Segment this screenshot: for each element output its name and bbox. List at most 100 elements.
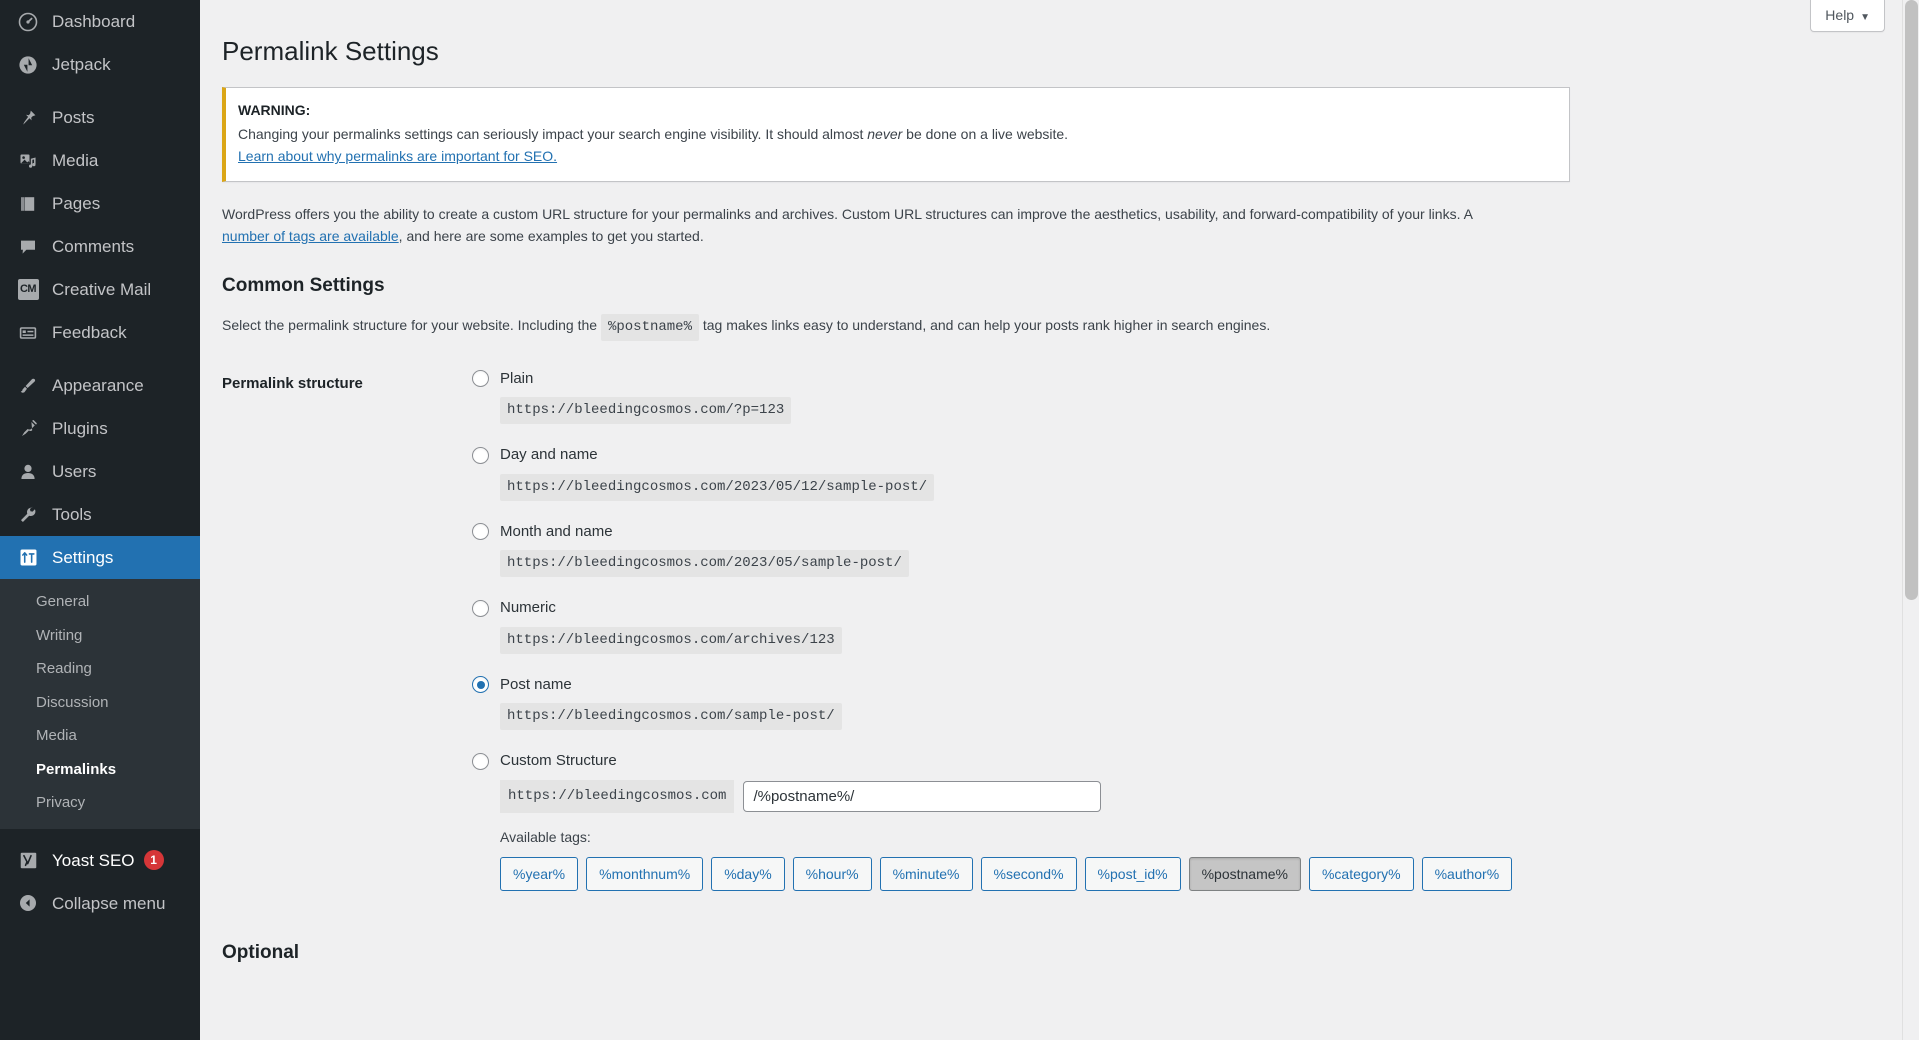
radio-option-custom-structure-line[interactable]: Custom Structure: [472, 751, 1897, 771]
radio-option-post-name-line[interactable]: Post name: [472, 675, 1897, 695]
tag-button-author[interactable]: %author%: [1422, 857, 1513, 891]
sidebar-subitem-permalinks[interactable]: Permalinks: [0, 753, 200, 787]
optional-heading: Optional: [222, 940, 1897, 967]
sidebar-item-plugins[interactable]: Plugins: [0, 407, 200, 450]
intro-paragraph: WordPress offers you the ability to crea…: [222, 204, 1522, 247]
tag-button-year[interactable]: %year%: [500, 857, 578, 891]
radio-option-day-and-name[interactable]: Day and name https://bleedingcosmos.com/…: [472, 445, 1897, 501]
available-tags-link[interactable]: number of tags are available: [222, 228, 399, 244]
radio-option-custom-structure[interactable]: Custom Structure https://bleedingcosmos.…: [472, 751, 1897, 891]
radio-option-plain[interactable]: Plain https://bleedingcosmos.com/?p=123: [472, 369, 1897, 425]
user-icon: [12, 462, 44, 482]
page-scrollbar[interactable]: [1902, 0, 1919, 1040]
sidebar-item-comments[interactable]: Comments: [0, 225, 200, 268]
sidebar-item-label: Comments: [52, 238, 134, 255]
radio-option-month-and-name-line[interactable]: Month and name: [472, 522, 1897, 542]
sidebar-subitem-media[interactable]: Media: [0, 719, 200, 753]
radio-button-post-name[interactable]: [472, 676, 489, 693]
radio-option-numeric-line[interactable]: Numeric: [472, 598, 1897, 618]
permalink-structure-form: Permalink structure Plain https://bleedi…: [222, 369, 1897, 896]
desc-part2: tag makes links easy to understand, and …: [699, 317, 1270, 333]
radio-button-month-and-name[interactable]: [472, 523, 489, 540]
tag-button-day[interactable]: %day%: [711, 857, 784, 891]
available-tags-list: %year% %monthnum% %day% %hour% %minute% …: [472, 857, 1897, 891]
media-icon: [12, 151, 44, 171]
brush-icon: [12, 376, 44, 396]
sidebar-divider: [0, 354, 200, 364]
sidebar-item-appearance[interactable]: Appearance: [0, 364, 200, 407]
tag-button-category[interactable]: %category%: [1309, 857, 1414, 891]
custom-structure-prefix: https://bleedingcosmos.com: [500, 780, 734, 813]
sidebar-item-label: Users: [52, 463, 96, 480]
sidebar-item-yoast-seo[interactable]: Yoast SEO 1: [0, 839, 200, 882]
custom-structure-input[interactable]: [743, 781, 1101, 812]
sidebar-item-label: Yoast SEO: [52, 852, 135, 869]
example-url-post-name: https://bleedingcosmos.com/sample-post/: [500, 703, 842, 730]
radio-option-month-and-name[interactable]: Month and name https://bleedingcosmos.co…: [472, 522, 1897, 578]
example-url-month-and-name: https://bleedingcosmos.com/2023/05/sampl…: [500, 550, 909, 577]
creative-mail-glyph: CM: [18, 279, 39, 300]
tag-button-minute[interactable]: %minute%: [880, 857, 973, 891]
sidebar-item-label: Dashboard: [52, 13, 135, 30]
sidebar-item-creative-mail[interactable]: CM Creative Mail: [0, 268, 200, 311]
sidebar-item-posts[interactable]: Posts: [0, 96, 200, 139]
tag-button-monthnum[interactable]: %monthnum%: [586, 857, 703, 891]
warning-body-part1: Changing your permalinks settings can se…: [238, 126, 867, 142]
warning-body-part2: be done on a live website.: [902, 126, 1068, 142]
feedback-icon: [12, 323, 44, 343]
sidebar-divider: [0, 86, 200, 96]
sidebar-item-users[interactable]: Users: [0, 450, 200, 493]
status-badge: 1: [144, 850, 164, 870]
tag-button-post-id[interactable]: %post_id%: [1085, 857, 1181, 891]
radio-button-custom-structure[interactable]: [472, 753, 489, 770]
admin-sidebar: Dashboard Jetpack Posts Media Pages Comm…: [0, 0, 200, 1040]
sidebar-item-label: Media: [52, 152, 98, 169]
main-content: Help▼ Permalink Settings WARNING: Changi…: [200, 0, 1919, 1040]
sidebar-item-feedback[interactable]: Feedback: [0, 311, 200, 354]
example-url-numeric: https://bleedingcosmos.com/archives/123: [500, 627, 842, 654]
seo-learn-more-link[interactable]: Learn about why permalinks are important…: [238, 148, 557, 164]
postname-inline-code: %postname%: [601, 314, 699, 341]
radio-label-post-name: Post name: [500, 675, 572, 695]
tag-button-hour[interactable]: %hour%: [793, 857, 872, 891]
sidebar-item-label: Posts: [52, 109, 95, 126]
example-url-day-and-name-wrap: https://bleedingcosmos.com/2023/05/12/sa…: [472, 474, 1897, 501]
sidebar-subitem-discussion[interactable]: Discussion: [0, 686, 200, 720]
sidebar-subitem-general[interactable]: General: [0, 585, 200, 619]
sidebar-item-dashboard[interactable]: Dashboard: [0, 0, 200, 43]
help-tab-button[interactable]: Help▼: [1810, 0, 1885, 32]
radio-option-plain-line[interactable]: Plain: [472, 369, 1897, 389]
radio-button-plain[interactable]: [472, 370, 489, 387]
sidebar-item-pages[interactable]: Pages: [0, 182, 200, 225]
page-scrollbar-thumb[interactable]: [1905, 0, 1918, 600]
warning-link-row: Learn about why permalinks are important…: [238, 146, 1557, 168]
permalink-structure-label: Permalink structure: [222, 369, 472, 394]
sidebar-item-label: Plugins: [52, 420, 108, 437]
radio-option-numeric[interactable]: Numeric https://bleedingcosmos.com/archi…: [472, 598, 1897, 654]
pages-icon: [12, 194, 44, 214]
sidebar-subitem-writing[interactable]: Writing: [0, 619, 200, 653]
permalink-warning-notice: WARNING: Changing your permalinks settin…: [222, 87, 1570, 182]
chevron-down-icon: ▼: [1860, 12, 1870, 23]
sidebar-item-tools[interactable]: Tools: [0, 493, 200, 536]
sidebar-item-settings[interactable]: Settings: [0, 536, 200, 579]
radio-label-plain: Plain: [500, 369, 533, 389]
tag-button-second[interactable]: %second%: [981, 857, 1077, 891]
comment-icon: [12, 237, 44, 257]
tag-button-postname[interactable]: %postname%: [1189, 857, 1301, 891]
available-tags-label: Available tags:: [472, 829, 1897, 845]
settings-submenu: General Writing Reading Discussion Media…: [0, 579, 200, 829]
desc-part1: Select the permalink structure for your …: [222, 317, 601, 333]
radio-option-day-and-name-line[interactable]: Day and name: [472, 445, 1897, 465]
sidebar-subitem-reading[interactable]: Reading: [0, 652, 200, 686]
radio-option-post-name[interactable]: Post name https://bleedingcosmos.com/sam…: [472, 675, 1897, 731]
sidebar-item-jetpack[interactable]: Jetpack: [0, 43, 200, 86]
sidebar-item-label: Appearance: [52, 377, 144, 394]
sidebar-subitem-privacy[interactable]: Privacy: [0, 786, 200, 820]
collapse-menu-button[interactable]: Collapse menu: [0, 882, 200, 925]
common-settings-description: Select the permalink structure for your …: [222, 314, 1897, 341]
radio-button-numeric[interactable]: [472, 600, 489, 617]
radio-button-day-and-name[interactable]: [472, 447, 489, 464]
sidebar-item-media[interactable]: Media: [0, 139, 200, 182]
pin-icon: [12, 108, 44, 128]
